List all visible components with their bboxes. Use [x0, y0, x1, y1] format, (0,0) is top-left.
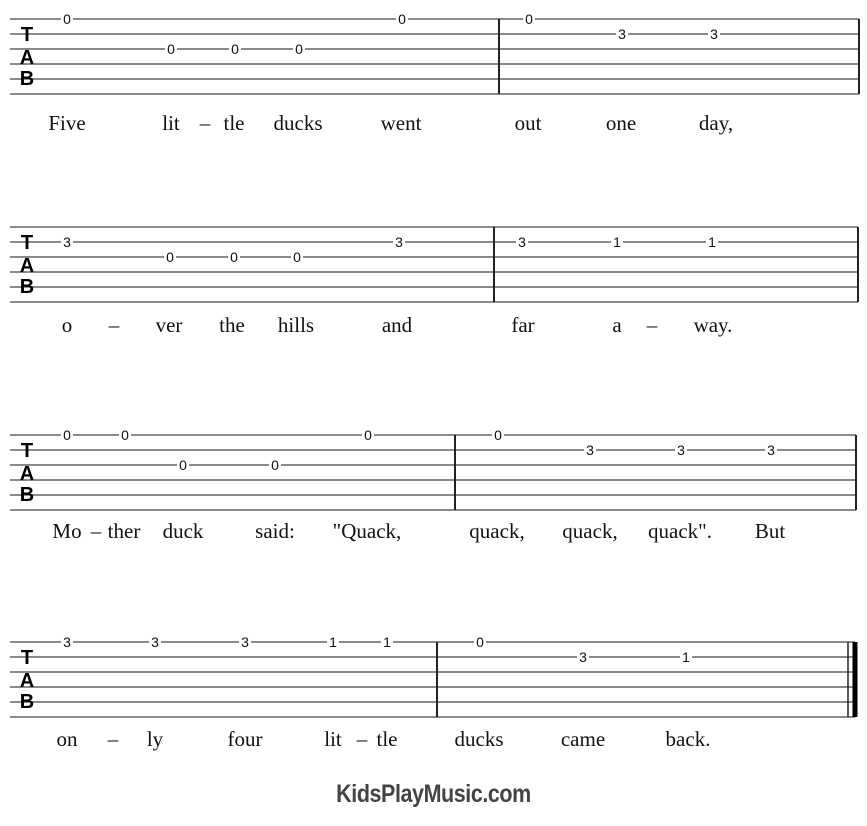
fret-number: 0	[63, 427, 71, 443]
lyric-syllable: o	[62, 313, 73, 337]
fret-number: 1	[383, 634, 391, 650]
fret-number: 0	[295, 41, 303, 57]
fret-number: 0	[166, 249, 174, 265]
tab-clef-b: B	[20, 691, 34, 713]
fret-number: 0	[231, 41, 239, 57]
lyric-syllable: one	[606, 111, 636, 135]
fret-number: 0	[167, 41, 175, 57]
lyric-syllable: a	[612, 313, 622, 337]
fret-number: 3	[63, 634, 71, 650]
fret-number: 1	[329, 634, 337, 650]
lyric-syllable: Mo	[52, 519, 81, 543]
fret-number: 0	[494, 427, 502, 443]
lyric-syllable: lit	[162, 111, 180, 135]
lyric-syllable: lit	[324, 727, 342, 751]
lyric-syllable: duck	[163, 519, 204, 543]
fret-number: 1	[682, 649, 690, 665]
lyric-syllable: hills	[278, 313, 314, 337]
tab-clef-b: B	[20, 276, 34, 298]
tab-clef-t: T	[21, 232, 33, 254]
lyric-hyphen: –	[107, 727, 119, 751]
tab-clef-a: A	[20, 255, 34, 277]
lyric-syllable: tle	[224, 111, 245, 135]
fret-number: 0	[364, 427, 372, 443]
fret-number: 3	[677, 442, 685, 458]
lyric-syllable: four	[228, 727, 263, 751]
lyric-syllable: far	[511, 313, 534, 337]
fret-number: 0	[525, 11, 533, 27]
fret-number: 0	[398, 11, 406, 27]
tab-clef-t: T	[21, 24, 33, 46]
fret-number: 3	[586, 442, 594, 458]
lyric-syllable: tle	[377, 727, 398, 751]
lyric-syllable: ducks	[274, 111, 323, 135]
tab-clef-a: A	[20, 670, 34, 692]
tab-clef-t: T	[21, 647, 33, 669]
lyric-syllable: on	[57, 727, 79, 751]
lyric-syllable: said:	[255, 519, 295, 543]
fret-number: 0	[121, 427, 129, 443]
lyric-syllable: quack".	[648, 519, 712, 543]
fret-number: 1	[708, 234, 716, 250]
lyric-syllable: went	[381, 111, 422, 135]
fret-number: 3	[618, 26, 626, 42]
fret-number: 1	[613, 234, 621, 250]
lyric-hyphen: –	[108, 313, 120, 337]
lyric-syllable: day,	[699, 111, 733, 135]
lyric-hyphen: –	[199, 111, 211, 135]
lyric-syllable: the	[219, 313, 245, 337]
lyric-syllable: ver	[156, 313, 183, 337]
fret-number: 0	[476, 634, 484, 650]
lyric-syllable: ther	[108, 519, 141, 543]
brand-footer: KidsPlayMusic.com	[336, 780, 531, 808]
fret-number: 3	[767, 442, 775, 458]
fret-number: 0	[63, 11, 71, 27]
fret-number: 0	[271, 457, 279, 473]
fret-number: 3	[579, 649, 587, 665]
lyric-syllable: out	[515, 111, 542, 135]
tab-clef-a: A	[20, 47, 34, 69]
fret-number: 3	[241, 634, 249, 650]
lyric-hyphen: –	[646, 313, 658, 337]
fret-number: 3	[710, 26, 718, 42]
fret-number: 0	[179, 457, 187, 473]
lyric-syllable: quack,	[469, 519, 524, 543]
lyric-syllable: came	[561, 727, 605, 751]
tab-clef-b: B	[20, 68, 34, 90]
fret-number: 0	[293, 249, 301, 265]
lyric-syllable: But	[755, 519, 786, 543]
lyric-syllable: back.	[666, 727, 711, 751]
lyric-syllable: ly	[147, 727, 164, 751]
lyric-syllable: way.	[694, 313, 733, 337]
tab-clef-a: A	[20, 463, 34, 485]
fret-number: 3	[395, 234, 403, 250]
fret-number: 3	[518, 234, 526, 250]
lyric-hyphen: –	[356, 727, 368, 751]
lyric-hyphen: –	[90, 519, 102, 543]
lyric-syllable: and	[382, 313, 413, 337]
fret-number: 0	[230, 249, 238, 265]
tab-clef-t: T	[21, 440, 33, 462]
lyric-syllable: Five	[48, 111, 85, 135]
lyric-syllable: "Quack,	[333, 519, 402, 543]
fret-number: 3	[63, 234, 71, 250]
lyric-syllable: quack,	[562, 519, 617, 543]
fret-number: 3	[151, 634, 159, 650]
tab-clef-b: B	[20, 484, 34, 506]
lyric-syllable: ducks	[455, 727, 504, 751]
tab-score: TAB00 0 00 03 3Five lit – tle ducks went out one day…	[10, 11, 860, 751]
